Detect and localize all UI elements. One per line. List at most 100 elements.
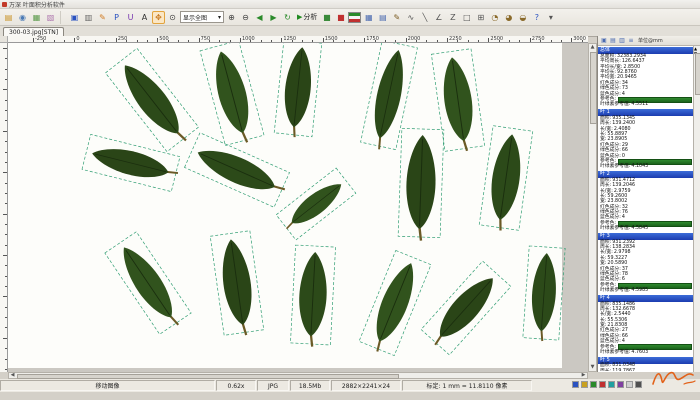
vscroll-thumb[interactable] (590, 52, 597, 124)
pen-icon[interactable]: ✎ (96, 11, 109, 24)
status-tool-icon[interactable] (626, 381, 633, 388)
vruler-tick (5, 69, 7, 70)
list-icon[interactable]: ≡ (627, 37, 635, 45)
view-dropdown[interactable]: 显示全图▾ (180, 11, 224, 23)
grid-icon[interactable]: ▦ (362, 11, 375, 24)
angle-tool-icon[interactable]: ∠ (432, 11, 445, 24)
ruler-label: 1500 (325, 36, 338, 42)
measurement-label: 叶绿素参考值: (600, 226, 630, 232)
scroll-right-icon[interactable]: ▶ (580, 373, 587, 378)
ruler-tick (571, 38, 572, 42)
vruler-tick (5, 276, 7, 277)
horizontal-scrollbar[interactable]: ◀ ▶ (8, 372, 588, 379)
vruler-tick (5, 58, 7, 59)
vruler-tick (3, 255, 7, 256)
measurement-list[interactable]: 总体总面积:32383.2934平均周长:126.6437平均长/宽:2.850… (598, 46, 694, 371)
toolbar-separator (60, 11, 65, 24)
print-data-icon[interactable]: ▥ (618, 37, 626, 45)
pie-tool-icon[interactable]: ◔ (488, 11, 501, 24)
ruler-minor-tick (426, 40, 427, 42)
ruler-label: 3000 (573, 36, 586, 42)
zoom-tool-icon[interactable]: ⊙ (166, 11, 179, 24)
ruler-minor-tick (395, 40, 396, 42)
ruler-minor-tick (292, 40, 293, 42)
analyze-button[interactable]: ▶分析 (295, 11, 319, 24)
unit-label: 单位@mm (638, 37, 663, 44)
refresh-icon[interactable]: ↻ (281, 11, 294, 24)
ruler-tick (323, 38, 324, 42)
leaf-sample-icon[interactable]: ■ (320, 11, 333, 24)
vruler-tick (5, 359, 7, 360)
status-tool-icon[interactable] (572, 381, 579, 388)
pan-hand-icon[interactable]: ✥ (152, 11, 165, 24)
p-tool-icon[interactable]: P (110, 11, 123, 24)
status-dimensions: 2882×2241×24 (331, 380, 401, 391)
line-tool-icon[interactable]: ╲ (418, 11, 431, 24)
prev-image-icon[interactable]: ◀ (253, 11, 266, 24)
vruler-tick (5, 141, 7, 142)
ruler-label: -250 (35, 36, 46, 42)
open-image-icon[interactable]: ▤ (2, 11, 15, 24)
copy-icon[interactable]: ▣ (600, 37, 608, 45)
image-canvas[interactable] (8, 43, 588, 372)
rect-tool-icon[interactable]: □ (460, 11, 473, 24)
scroll-up-icon[interactable]: ▲ (589, 44, 596, 51)
grid-select-icon[interactable]: ⊞ (474, 11, 487, 24)
measurement-row: 叶绿素参考值:4.5845 (598, 226, 694, 231)
ruler-minor-tick (354, 40, 355, 42)
measurement-row: 叶绿素参考值:4.1043 (598, 164, 694, 169)
vruler-tick (5, 307, 7, 308)
zoom-out-icon[interactable]: ⊖ (239, 11, 252, 24)
camera-icon[interactable]: ◉ (16, 11, 29, 24)
help-icon[interactable]: ? (530, 11, 543, 24)
vruler-tick (5, 286, 7, 287)
u-tool-icon[interactable]: U (124, 11, 137, 24)
ruler-minor-tick (137, 40, 138, 42)
scan-icon[interactable]: ▦ (30, 11, 43, 24)
report-icon[interactable]: ▤ (376, 11, 389, 24)
measurement-label: 叶绿素参考值: (600, 164, 630, 170)
status-tool-icon[interactable] (590, 381, 597, 388)
a-tool-icon[interactable]: A (138, 11, 151, 24)
panel-scrollbar[interactable]: ▲ ▼ (693, 46, 700, 372)
vruler-tick (5, 110, 7, 111)
status-tool-icon[interactable] (581, 381, 588, 388)
flag-icon[interactable] (348, 12, 361, 23)
pie3-tool-icon[interactable]: ◒ (516, 11, 529, 24)
vruler-tick (3, 214, 7, 215)
pencil-icon[interactable]: ✎ (390, 11, 403, 24)
status-tool-icon[interactable] (617, 381, 624, 388)
ruler-minor-tick (178, 40, 179, 42)
measurement-value: 4.5511 (631, 102, 648, 108)
status-tool-icon[interactable] (635, 381, 642, 388)
next-image-icon[interactable]: ▶ (267, 11, 280, 24)
vruler-tick (5, 152, 7, 153)
pie2-tool-icon[interactable]: ◕ (502, 11, 515, 24)
vertical-scrollbar[interactable]: ▲ ▼ (588, 43, 597, 372)
vruler-tick (5, 317, 7, 318)
print-icon[interactable]: ▥ (82, 11, 95, 24)
z-tool-icon[interactable]: Z (446, 11, 459, 24)
vruler-tick (5, 348, 7, 349)
status-tool-icon[interactable] (608, 381, 615, 388)
scroll-left-icon[interactable]: ◀ (9, 373, 16, 378)
ruler-tick (530, 38, 531, 42)
ruler-minor-tick (478, 40, 479, 42)
save-data-icon[interactable]: ▤ (609, 37, 617, 45)
status-tool-icon[interactable] (599, 381, 606, 388)
import-icon[interactable]: ▧ (44, 11, 57, 24)
panel-scroll-thumb[interactable] (695, 53, 700, 95)
vruler-tick (3, 338, 7, 339)
more-dropdown-icon[interactable]: ▾ (544, 11, 557, 24)
ruler-minor-tick (312, 40, 313, 42)
ruler-minor-tick (95, 40, 96, 42)
ruler-tick (281, 38, 282, 42)
ruler-minor-tick (561, 40, 562, 42)
curve-tool-icon[interactable]: ∿ (404, 11, 417, 24)
measurement-row: 叶绿素参考值:4.7603 (598, 350, 694, 355)
zoom-in-icon[interactable]: ⊕ (225, 11, 238, 24)
marker-icon[interactable]: ■ (334, 11, 347, 24)
save-icon[interactable]: ▣ (68, 11, 81, 24)
ruler-minor-tick (509, 40, 510, 42)
scroll-down-icon[interactable]: ▼ (589, 364, 596, 371)
